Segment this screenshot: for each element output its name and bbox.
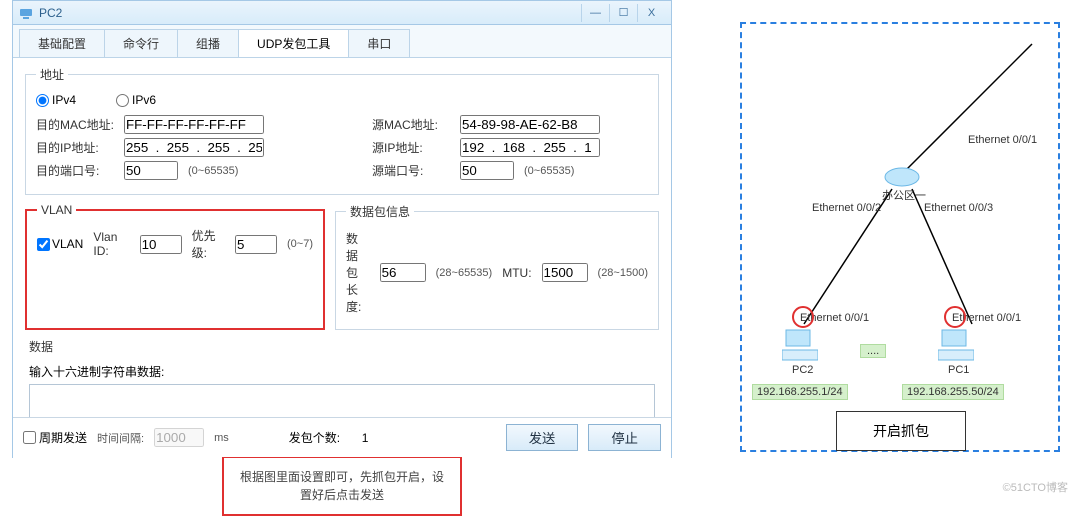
pc1-icon [938,328,974,362]
dst-ip-label: 目的IP地址: [36,139,114,156]
address-group: 地址 IPv4 IPv6 目的MAC地址: 目的IP地址: 目的端口号: (0~… [25,66,659,195]
pc2-icon [782,328,818,362]
switch-icon [884,166,920,188]
pktinfo-legend: 数据包信息 [346,203,414,220]
app-window: PC2 — ☐ X 基础配置 命令行 组播 UDP发包工具 串口 地址 IPv4… [12,0,672,458]
tab-udp-tool[interactable]: UDP发包工具 [238,29,349,57]
mtu-input[interactable] [542,263,588,282]
vlan-legend: VLAN [37,203,76,217]
interval-input [154,428,204,447]
window-title: PC2 [39,6,581,20]
capture-point-left [792,306,814,328]
tab-serial[interactable]: 串口 [348,29,410,57]
pc1-label: PC1 [948,364,969,376]
tab-multicast[interactable]: 组播 [177,29,239,57]
src-ip-input[interactable] [460,138,600,157]
src-mac-input[interactable] [460,115,600,134]
pc2-label: PC2 [792,364,813,376]
watermark: ©51CTO博客 [1003,479,1068,495]
minimize-icon: — [590,7,601,19]
interval-label: 时间间隔: [97,430,144,446]
vlan-prio-input[interactable] [235,235,277,254]
periodic-checkbox[interactable]: 周期发送 [23,429,87,446]
ipv4-radio[interactable]: IPv4 [36,93,76,107]
close-button[interactable]: X [637,4,665,22]
app-icon [19,6,33,20]
src-port-range: (0~65535) [524,165,574,177]
data-legend: 数据 [25,338,57,355]
vlan-id-input[interactable] [140,235,182,254]
ipv4-radio-input[interactable] [36,94,49,107]
src-port-input[interactable] [460,161,514,180]
eth002-label: Ethernet 0/0/2 [812,202,881,214]
ipv4-label: IPv4 [52,93,76,107]
stop-button[interactable]: 停止 [588,424,661,451]
dots-label: .... [860,344,886,358]
src-ip-label: 源IP地址: [372,139,450,156]
ipv6-radio[interactable]: IPv6 [116,93,156,107]
mtu-label: MTU: [502,266,531,280]
capture-note: 开启抓包 [836,411,966,451]
capture-point-right [944,306,966,328]
address-legend: 地址 [36,66,68,83]
vlan-checkbox-input[interactable] [37,238,50,251]
close-icon: X [648,7,655,19]
send-button[interactable]: 发送 [506,424,579,451]
vlan-id-label: Vlan ID: [93,230,129,258]
count-value: 1 [350,431,380,445]
instruction-note: 根据图里面设置即可，先抓包开启，设置好后点击发送 [222,456,462,516]
src-port-label: 源端口号: [372,162,450,179]
pc1-ip: 192.168.255.50/24 [902,384,1004,400]
ipv6-label: IPv6 [132,93,156,107]
maximize-icon: ☐ [619,6,629,19]
hex-label: 输入十六进制字符串数据: [29,365,164,379]
pkt-len-range: (28~65535) [436,267,493,279]
maximize-button[interactable]: ☐ [609,4,637,22]
titlebar: PC2 — ☐ X [13,1,671,25]
mtu-range: (28~1500) [598,267,648,279]
tab-basic[interactable]: 基础配置 [19,29,105,57]
pc2-ip: 192.168.255.1/24 [752,384,848,400]
src-mac-label: 源MAC地址: [372,116,450,133]
pkt-len-input[interactable] [380,263,426,282]
periodic-checkbox-input[interactable] [23,431,36,444]
minimize-button[interactable]: — [581,4,609,22]
vlan-prio-range: (0~7) [287,238,313,250]
switch-label: 办公区一 [882,187,926,203]
dst-port-range: (0~65535) [188,165,238,177]
dst-port-label: 目的端口号: [36,162,114,179]
tab-bar: 基础配置 命令行 组播 UDP发包工具 串口 [13,25,671,58]
ipv6-radio-input[interactable] [116,94,129,107]
dst-ip-input[interactable] [124,138,264,157]
dst-port-input[interactable] [124,161,178,180]
vlan-prio-label: 优先级: [192,227,225,261]
vlan-checkbox[interactable]: VLAN [37,237,83,251]
eth-top-label: Ethernet 0/0/1 [968,134,1037,146]
vlan-checkbox-label: VLAN [52,237,83,251]
pktinfo-group: 数据包信息 数据包长度: (28~65535) MTU: (28~1500) [335,203,659,330]
pkt-len-label: 数据包长度: [346,230,370,315]
tab-cli[interactable]: 命令行 [104,29,178,57]
dst-mac-label: 目的MAC地址: [36,116,114,133]
vlan-group: VLAN VLAN Vlan ID: 优先级: (0~7) [25,203,325,330]
content-area: 地址 IPv4 IPv6 目的MAC地址: 目的IP地址: 目的端口号: (0~… [13,58,671,460]
ms-label: ms [214,432,229,444]
count-label: 发包个数: [289,429,340,446]
footer-bar: 周期发送 时间间隔: ms 发包个数: 1 发送 停止 [13,417,671,457]
eth003-label: Ethernet 0/0/3 [924,202,993,214]
capture-note-text: 开启抓包 [873,421,929,441]
topology-diagram: 办公区一 Ethernet 0/0/1 Ethernet 0/0/2 Ether… [740,22,1060,452]
periodic-label: 周期发送 [39,429,87,446]
dst-mac-input[interactable] [124,115,264,134]
